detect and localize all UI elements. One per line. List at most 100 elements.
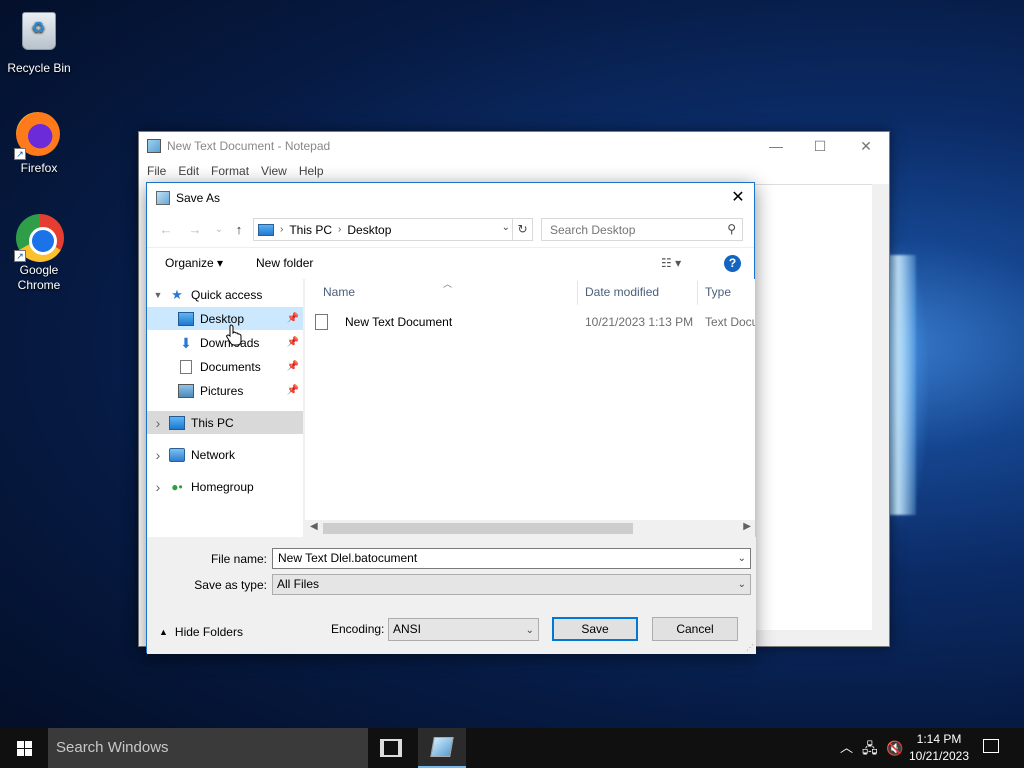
pin-icon[interactable]: 📌 [287, 313, 299, 324]
forward-button[interactable]: → [185, 221, 205, 239]
notepad-title: New Text Document - Notepad [167, 139, 331, 153]
menu-edit[interactable]: Edit [172, 164, 205, 178]
save-form: File name: New Text Dlel.batocument ⌄ Sa… [147, 537, 756, 654]
notepad-icon [430, 737, 454, 757]
menu-help[interactable]: Help [293, 164, 330, 178]
up-button[interactable]: ↑ [229, 221, 249, 239]
notepad-text-area[interactable] [754, 184, 889, 630]
save-button[interactable]: Save [552, 617, 638, 641]
breadcrumb-desktop[interactable]: Desktop [347, 223, 391, 237]
download-icon: ⬇ [180, 334, 192, 351]
save-as-type-select[interactable]: All Files ⌄ [272, 574, 751, 595]
tree-item-documents[interactable]: Documents 📌 [147, 355, 303, 378]
chrome-icon: ↗ [14, 214, 64, 262]
expand-arrow-icon[interactable]: › [147, 447, 169, 463]
dialog-close-button[interactable]: ✕ [722, 183, 754, 213]
tree-label: Quick access [191, 287, 263, 302]
text-file-icon [315, 314, 328, 330]
new-folder-button[interactable]: New folder [256, 256, 313, 270]
desktop-icon-chrome[interactable]: ↗ Google Chrome [4, 214, 74, 293]
expand-arrow-icon[interactable]: ▼ [147, 290, 169, 300]
tree-item-homegroup[interactable]: › ●• Homegroup [147, 475, 303, 498]
dialog-titlebar[interactable]: Save As [147, 183, 754, 213]
taskbar-notepad-button[interactable] [418, 728, 466, 768]
file-list: ︿ Name Date modified Type New Text Docum… [305, 279, 755, 537]
sort-indicator-icon: ︿ [443, 279, 453, 289]
command-bar: Organize ▾ New folder ☷ ▾ ? [147, 247, 754, 279]
search-box[interactable]: ⚲ [541, 218, 743, 241]
navigation-pane: ▼ ★ Quick access Desktop 📌 ⬇ Downloads 📌… [147, 279, 303, 537]
close-button[interactable]: ✕ [843, 132, 889, 160]
network-tray-icon[interactable]: 🖧 [862, 728, 878, 768]
chevron-down-icon[interactable]: ⌄ [738, 549, 746, 568]
file-row[interactable]: New Text Document 10/21/2023 1:13 PM Tex… [305, 311, 755, 333]
task-view-icon[interactable] [380, 739, 402, 757]
tree-item-downloads[interactable]: ⬇ Downloads 📌 [147, 331, 303, 354]
encoding-value: ANSI [393, 622, 422, 636]
desktop-icon-firefox[interactable]: ↗ Firefox [4, 112, 74, 176]
notepad-horizontal-scrollbar[interactable] [754, 630, 889, 646]
file-name-input[interactable]: New Text Dlel.batocument ⌄ [272, 548, 751, 569]
organize-button[interactable]: Organize ▾ [165, 256, 223, 270]
pin-icon[interactable]: 📌 [287, 361, 299, 372]
column-header-type[interactable]: Type [705, 285, 731, 299]
tree-label: Pictures [200, 383, 244, 398]
column-divider[interactable] [697, 281, 698, 305]
back-button[interactable]: ← [156, 221, 176, 239]
notepad-menubar: File Edit Format View Help [139, 160, 889, 182]
tree-item-network[interactable]: › Network [147, 443, 303, 466]
change-view-button[interactable]: ☷ ▾ [661, 256, 681, 270]
help-icon[interactable]: ? [724, 255, 741, 272]
menu-file[interactable]: File [141, 164, 172, 178]
refresh-icon[interactable]: ↻ [512, 219, 532, 240]
clock-time: 1:14 PM [916, 732, 962, 746]
notepad-icon [147, 139, 161, 153]
encoding-select[interactable]: ANSI ⌄ [388, 618, 539, 641]
pin-icon[interactable]: 📌 [287, 337, 299, 348]
search-input[interactable] [542, 219, 712, 240]
start-button[interactable] [0, 728, 48, 768]
address-bar[interactable]: › This PC › Desktop ⌄ ↻ [253, 218, 533, 241]
maximize-button[interactable]: ☐ [797, 132, 843, 160]
documents-icon [180, 359, 192, 374]
column-header-date[interactable]: Date modified [585, 285, 659, 299]
file-list-horizontal-scrollbar[interactable]: ◀ ▶ [305, 520, 755, 537]
cancel-button[interactable]: Cancel [652, 617, 738, 641]
notepad-vertical-scrollbar[interactable] [872, 184, 889, 630]
search-icon: ⚲ [727, 222, 736, 236]
scroll-left-icon[interactable]: ◀ [310, 521, 318, 532]
scroll-right-icon[interactable]: ▶ [743, 521, 751, 532]
desktop-icon-recycle-bin[interactable]: Recycle Bin [4, 8, 74, 76]
menu-format[interactable]: Format [205, 164, 255, 178]
breadcrumb-this-pc[interactable]: This PC [289, 223, 332, 237]
expand-arrow-icon[interactable]: › [147, 415, 169, 431]
hide-folders-button[interactable]: ▲ Hide Folders [159, 625, 243, 639]
action-center-icon[interactable] [983, 739, 999, 753]
tray-chevron-up-icon[interactable]: ︿ [840, 728, 853, 768]
pin-icon[interactable]: 📌 [287, 385, 299, 396]
desktop-icon-label: Firefox [20, 161, 58, 175]
tree-item-this-pc[interactable]: › This PC [147, 411, 303, 434]
tree-item-pictures[interactable]: Pictures 📌 [147, 379, 303, 402]
column-divider[interactable] [577, 281, 578, 305]
homegroup-icon: ●• [171, 479, 183, 494]
scrollbar-thumb[interactable] [323, 523, 633, 534]
taskbar-search-box[interactable]: Search Windows [48, 728, 368, 768]
column-header-name[interactable]: Name [323, 285, 355, 299]
address-dropdown-icon[interactable]: ⌄ [502, 222, 510, 233]
clock-date: 10/21/2023 [908, 749, 970, 763]
menu-view[interactable]: View [255, 164, 293, 178]
tree-label: Network [191, 447, 236, 462]
tree-item-quick-access[interactable]: ▼ ★ Quick access [147, 283, 303, 306]
tree-item-desktop[interactable]: Desktop 📌 [147, 307, 303, 330]
expand-arrow-icon[interactable]: › [147, 479, 169, 495]
taskbar-clock[interactable]: 1:14 PM 10/21/2023 [906, 731, 972, 765]
volume-muted-icon[interactable]: 🔇 [886, 728, 903, 768]
minimize-button[interactable]: — [753, 132, 799, 160]
desktop-icon-label: Google Chrome [17, 263, 61, 292]
resize-grip-icon[interactable]: ⋰ [746, 643, 754, 652]
hand-cursor-icon [226, 324, 242, 346]
recycle-bin-icon [16, 12, 62, 58]
this-pc-icon [169, 415, 185, 430]
recent-locations-button[interactable]: ⌄ [209, 221, 229, 239]
